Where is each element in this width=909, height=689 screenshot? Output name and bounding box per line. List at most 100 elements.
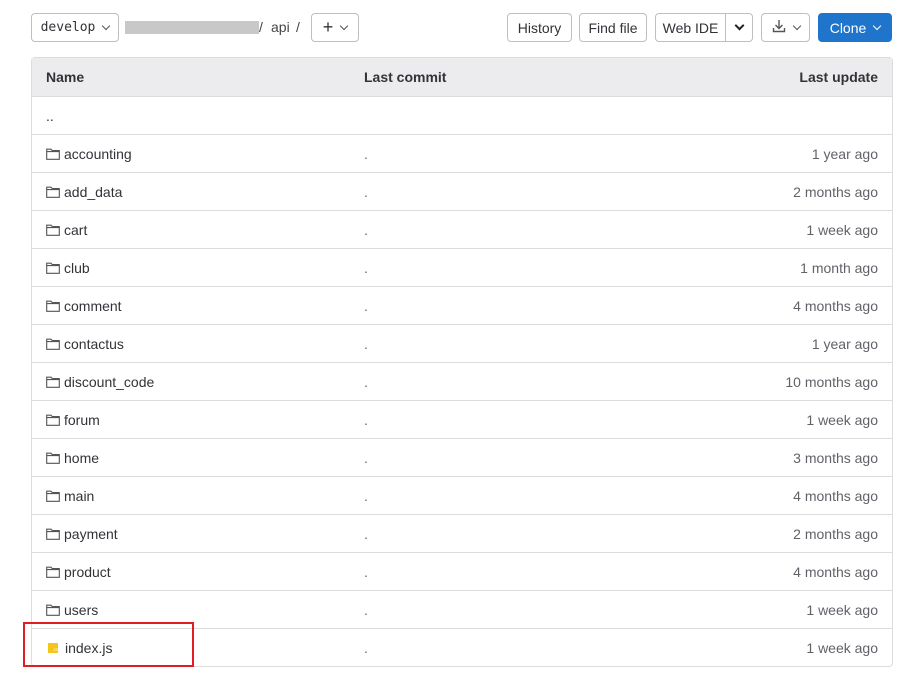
last-update-cell: 4 months ago [609, 477, 892, 515]
table-row[interactable]: forum. 1 week ago [32, 401, 892, 439]
breadcrumb-separator: / [259, 19, 263, 35]
table-row[interactable]: add_data. 2 months ago [32, 173, 892, 211]
item-name-link[interactable]: main [64, 488, 94, 504]
last-commit-cell[interactable]: . [350, 173, 610, 211]
folder-icon [46, 452, 60, 464]
item-name-link[interactable]: forum [64, 412, 100, 428]
last-update-cell: 4 months ago [609, 287, 892, 325]
name-cell: add_data [32, 173, 350, 211]
last-commit-cell[interactable]: . [350, 363, 610, 401]
highlight-box [23, 622, 194, 667]
last-commit-cell[interactable]: . [350, 325, 610, 363]
history-button[interactable]: History [507, 13, 572, 42]
name-cell: product [32, 553, 350, 591]
last-update-cell: 1 month ago [609, 249, 892, 287]
table-row[interactable]: accounting. 1 year ago [32, 135, 892, 173]
item-name-link[interactable]: comment [64, 298, 122, 314]
folder-icon [46, 604, 60, 616]
folder-icon [46, 148, 60, 160]
table-row[interactable]: discount_code. 10 months ago [32, 363, 892, 401]
folder-icon [46, 338, 60, 350]
name-cell: main [32, 477, 350, 515]
name-cell: home [32, 439, 350, 477]
last-update-cell: 1 year ago [609, 135, 892, 173]
parent-directory-link[interactable]: .. [32, 97, 892, 135]
last-commit-cell[interactable]: . [350, 553, 610, 591]
name-cell: club [32, 249, 350, 287]
last-commit-cell[interactable]: . [350, 211, 610, 249]
last-commit-cell[interactable]: . [350, 135, 610, 173]
folder-icon [46, 186, 60, 198]
item-name-link[interactable]: users [64, 602, 98, 618]
table-row[interactable]: payment. 2 months ago [32, 515, 892, 553]
last-commit-cell[interactable]: . [350, 515, 610, 553]
table-row[interactable]: home. 3 months ago [32, 439, 892, 477]
item-name-link[interactable]: accounting [64, 146, 132, 162]
find-file-button[interactable]: Find file [579, 13, 647, 42]
last-commit-cell[interactable]: . [350, 629, 609, 666]
name-cell: forum [32, 401, 350, 439]
chevron-down-icon [734, 20, 744, 31]
folder-icon [46, 300, 60, 312]
last-commit-cell[interactable]: . [350, 249, 610, 287]
item-name-link[interactable]: club [64, 260, 90, 276]
last-update-cell: 3 months ago [609, 439, 892, 477]
name-cell: comment [32, 287, 350, 325]
last-commit-cell[interactable]: . [350, 401, 610, 439]
chevron-down-icon [873, 21, 882, 30]
column-last-update: Last update [609, 58, 892, 97]
plus-icon: + [322, 17, 334, 37]
item-name-link[interactable]: contactus [64, 336, 124, 352]
parent-directory-row[interactable]: .. [32, 97, 892, 135]
item-name-link[interactable]: product [64, 564, 111, 580]
add-menu-button[interactable]: + [311, 13, 359, 42]
chevron-down-icon [340, 21, 349, 30]
last-update-cell: 1 week ago [806, 639, 878, 656]
folder-icon [46, 490, 60, 502]
clone-button[interactable]: Clone [818, 13, 892, 42]
last-commit-cell[interactable]: . [350, 591, 610, 629]
breadcrumb-redacted [125, 21, 259, 34]
last-commit-cell[interactable]: . [350, 477, 610, 515]
clone-label: Clone [829, 19, 867, 36]
last-update-cell: 1 week ago [609, 401, 892, 439]
table-header: Name Last commit Last update [32, 58, 892, 97]
item-name-link[interactable]: payment [64, 526, 118, 542]
table-row[interactable]: contactus. 1 year ago [32, 325, 892, 363]
branch-selector[interactable]: develop [31, 13, 119, 42]
download-icon [772, 19, 786, 36]
name-cell: cart [32, 211, 350, 249]
download-button[interactable] [761, 13, 810, 42]
branch-name: develop [40, 20, 96, 35]
table-row[interactable]: club. 1 month ago [32, 249, 892, 287]
column-name: Name [32, 58, 350, 97]
name-cell: accounting [32, 135, 350, 173]
table-row[interactable]: product. 4 months ago [32, 553, 892, 591]
table-row[interactable]: comment. 4 months ago [32, 287, 892, 325]
column-last-commit: Last commit [350, 58, 610, 97]
item-name-link[interactable]: add_data [64, 184, 122, 200]
web-ide-dropdown[interactable] [726, 13, 753, 42]
last-commit-cell[interactable]: . [350, 287, 610, 325]
name-cell: payment [32, 515, 350, 553]
table-row[interactable]: main. 4 months ago [32, 477, 892, 515]
item-name-link[interactable]: discount_code [64, 374, 154, 390]
item-name-link[interactable]: home [64, 450, 99, 466]
last-commit-cell[interactable]: . [350, 439, 610, 477]
last-update-cell: 2 months ago [609, 515, 892, 553]
table-row[interactable]: cart. 1 week ago [32, 211, 892, 249]
repository-toolbar: develop / api / + History Find file Web … [31, 13, 892, 44]
folder-icon [46, 376, 60, 388]
folder-icon [46, 566, 60, 578]
item-name-link[interactable]: cart [64, 222, 87, 238]
chevron-down-icon [102, 21, 111, 30]
web-ide-button[interactable]: Web IDE [655, 13, 726, 42]
last-update-cell: 1 year ago [609, 325, 892, 363]
name-cell: contactus [32, 325, 350, 363]
folder-icon [46, 262, 60, 274]
breadcrumb-api[interactable]: api [271, 19, 290, 35]
chevron-down-icon [792, 21, 801, 30]
last-update-cell: 1 week ago [609, 211, 892, 249]
name-cell: discount_code [32, 363, 350, 401]
last-update-cell: 1 week ago [609, 591, 892, 629]
